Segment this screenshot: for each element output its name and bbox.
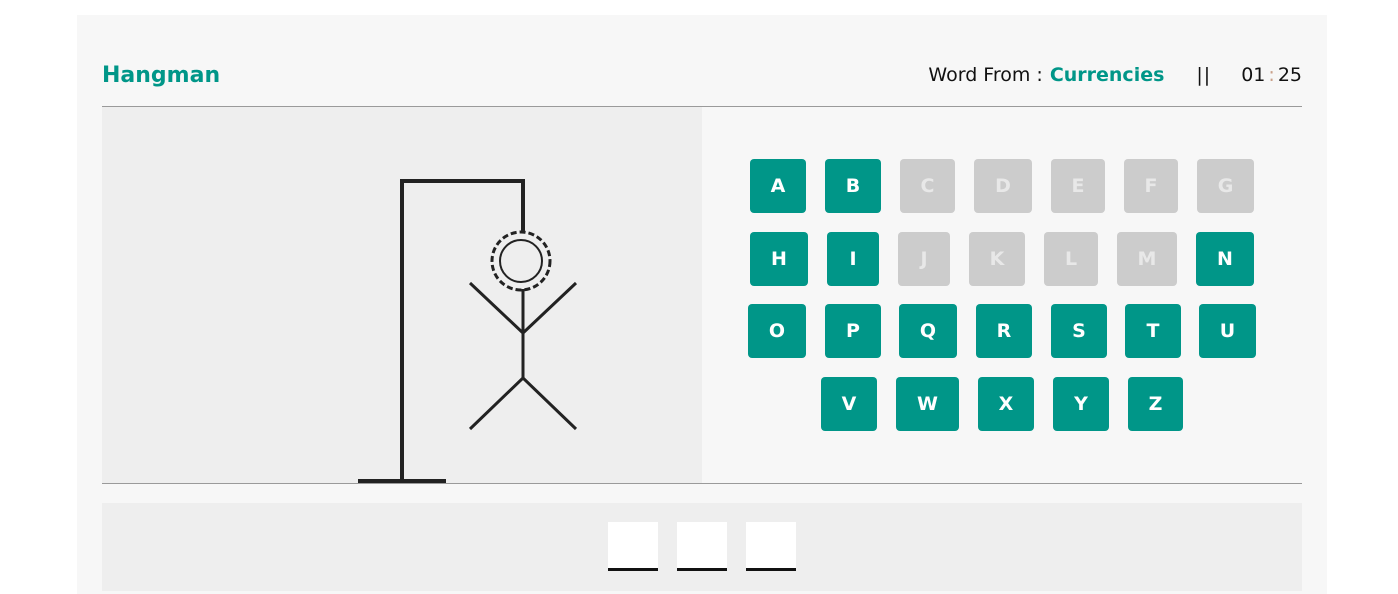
letter-key-j: J: [898, 232, 950, 286]
category-name: Currencies: [1049, 64, 1165, 86]
header-info: Word From : Currencies || 01:25: [928, 64, 1302, 86]
letter-key-m: M: [1117, 232, 1177, 286]
left-arm: [468, 281, 525, 335]
letter-key-l: L: [1044, 232, 1098, 286]
game-title: Hangman: [102, 62, 221, 88]
word-panel: [102, 503, 1302, 591]
letter-key-t[interactable]: T: [1125, 304, 1181, 358]
left-leg: [468, 376, 525, 431]
letter-keyboard: ABCDEFG HIJKLMN OPQRSTU VWXYZ: [702, 107, 1302, 483]
letter-key-a[interactable]: A: [750, 159, 806, 213]
timer: 01:25: [1241, 64, 1302, 86]
letter-key-b[interactable]: B: [825, 159, 881, 213]
game-card: Hangman Word From : Currencies || 01:25 …: [77, 15, 1327, 594]
word-from-label: Word From :: [928, 64, 1043, 86]
gallows-panel: [102, 107, 702, 483]
letter-key-u[interactable]: U: [1199, 304, 1256, 358]
right-leg: [521, 376, 578, 431]
timer-separator: :: [1268, 64, 1275, 86]
hangman-drawing: [358, 179, 578, 483]
letter-key-h[interactable]: H: [750, 232, 808, 286]
letter-key-e: E: [1051, 159, 1105, 213]
pause-button[interactable]: ||: [1196, 64, 1211, 86]
letter-key-f: F: [1124, 159, 1178, 213]
letter-key-r[interactable]: R: [976, 304, 1032, 358]
letter-key-s[interactable]: S: [1051, 304, 1107, 358]
timer-seconds: 25: [1277, 64, 1302, 86]
header: Hangman Word From : Currencies || 01:25: [102, 55, 1302, 95]
right-arm: [521, 281, 578, 335]
letter-key-w[interactable]: W: [896, 377, 959, 431]
letter-key-v[interactable]: V: [821, 377, 877, 431]
timer-minutes: 01: [1241, 64, 1266, 86]
letter-key-p[interactable]: P: [825, 304, 881, 358]
letter-key-o[interactable]: O: [748, 304, 806, 358]
head: [499, 239, 543, 283]
letter-slot: [677, 522, 727, 571]
letter-key-q[interactable]: Q: [899, 304, 957, 358]
letter-key-x[interactable]: X: [978, 377, 1034, 431]
footer-divider: [102, 483, 1302, 484]
letter-key-k: K: [969, 232, 1025, 286]
letter-key-i[interactable]: I: [827, 232, 879, 286]
letter-key-g: G: [1197, 159, 1254, 213]
letter-key-z[interactable]: Z: [1128, 377, 1183, 431]
letter-key-c: C: [900, 159, 955, 213]
letter-slot: [746, 522, 796, 571]
letter-slot: [608, 522, 658, 571]
letter-key-d: D: [974, 159, 1032, 213]
letter-key-y[interactable]: Y: [1053, 377, 1109, 431]
letter-key-n[interactable]: N: [1196, 232, 1254, 286]
